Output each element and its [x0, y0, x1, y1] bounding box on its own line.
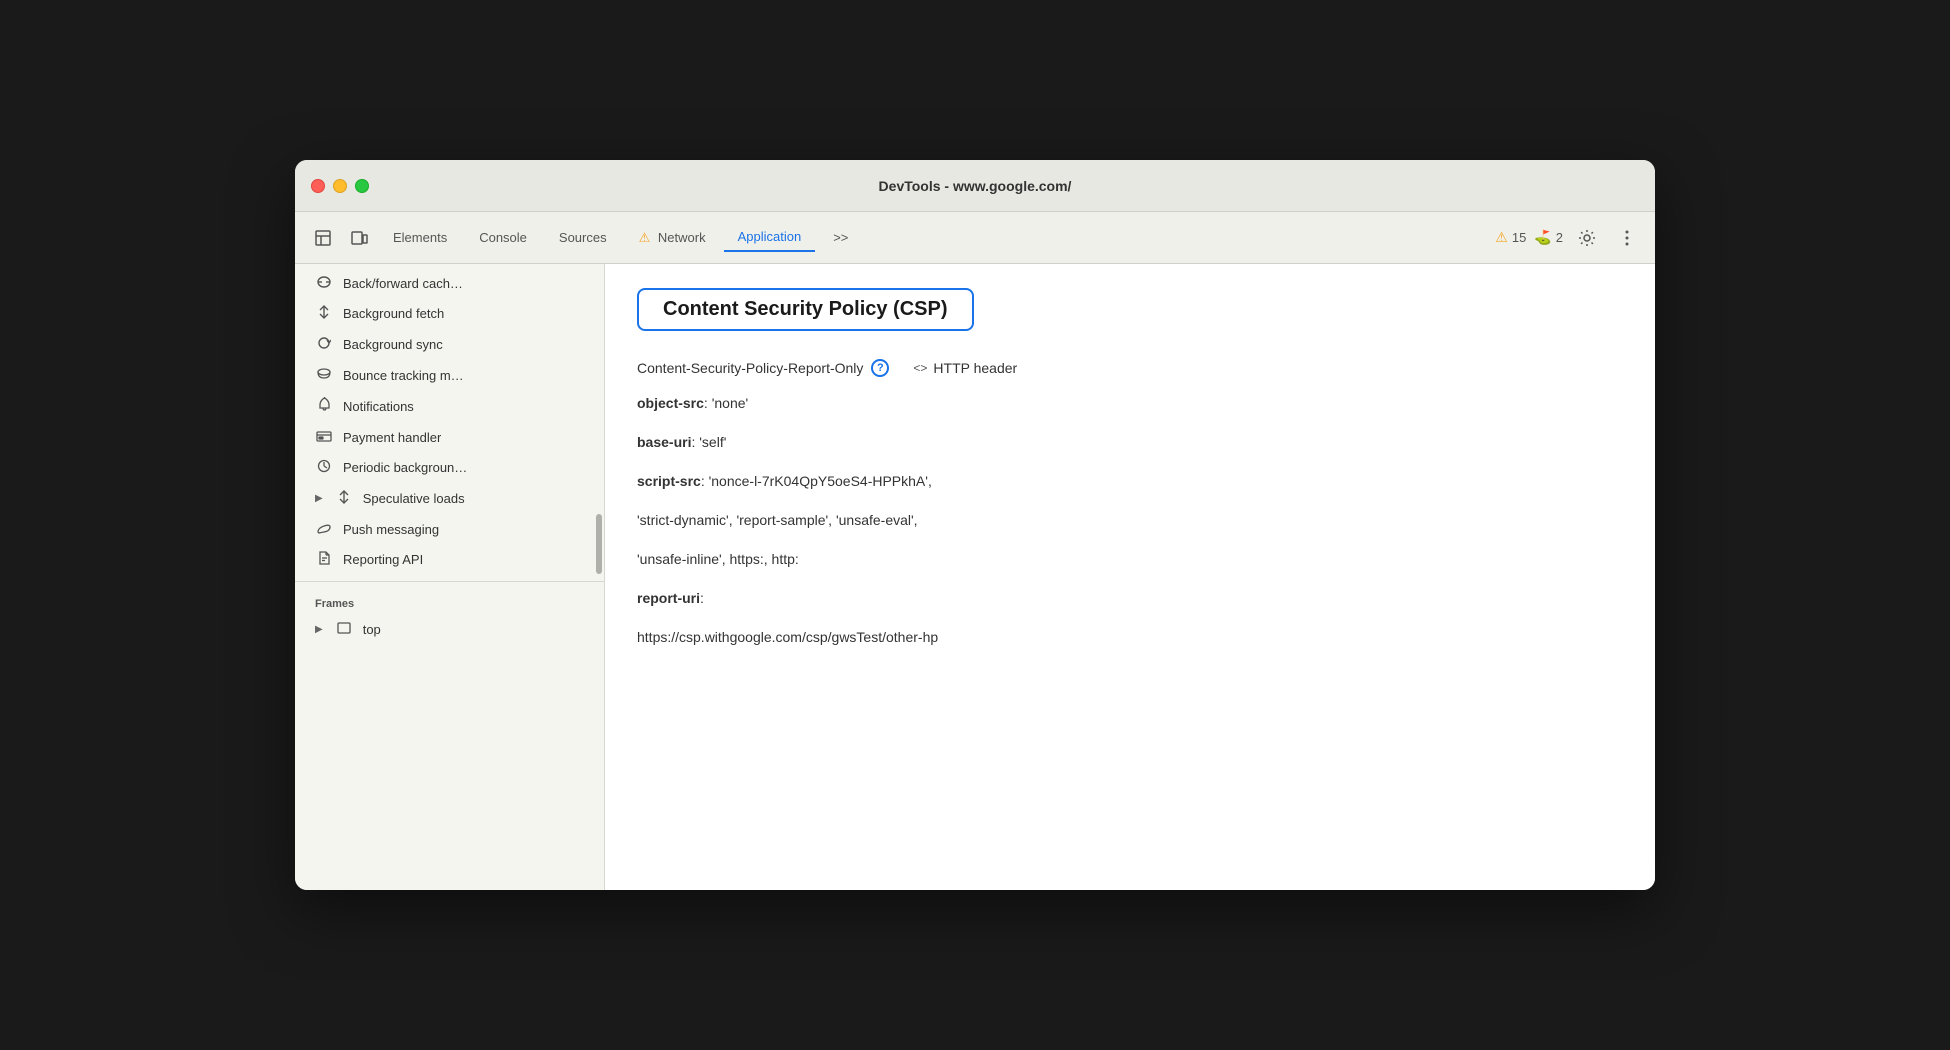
- close-button[interactable]: [311, 179, 325, 193]
- sidebar-item-reporting-api[interactable]: Reporting API: [295, 544, 604, 575]
- http-header-row: <> HTTP header: [913, 360, 1017, 376]
- csp-report-uri: report-uri:: [637, 588, 1623, 609]
- sidebar-item-notifications[interactable]: Notifications: [295, 390, 604, 422]
- tab-more[interactable]: >>: [819, 224, 862, 251]
- base-uri-key: base-uri: [637, 434, 691, 450]
- sidebar-item-push-messaging[interactable]: Push messaging: [295, 514, 604, 544]
- tab-network[interactable]: ⚠ Network: [625, 224, 720, 252]
- inspect-element-button[interactable]: [307, 222, 339, 254]
- background-fetch-label: Background fetch: [343, 306, 444, 321]
- error-icon: ⛳: [1534, 229, 1551, 246]
- object-src-key: object-src: [637, 395, 704, 411]
- sidebar-item-periodic-background[interactable]: Periodic backgroun…: [295, 452, 604, 483]
- errors-badge[interactable]: ⛳ 2: [1534, 229, 1563, 246]
- warnings-badge[interactable]: ⚠ 15: [1495, 229, 1526, 246]
- reporting-api-label: Reporting API: [343, 552, 423, 567]
- back-forward-icon: [315, 275, 333, 291]
- toolbar-right: ⚠ 15 ⛳ 2: [1495, 222, 1643, 254]
- back-forward-label: Back/forward cach…: [343, 276, 463, 291]
- http-header-label: HTTP header: [933, 360, 1017, 376]
- periodic-background-icon: [315, 459, 333, 476]
- csp-script-src-continued: 'strict-dynamic', 'report-sample', 'unsa…: [637, 510, 1623, 531]
- sidebar-item-background-sync[interactable]: Background sync: [295, 329, 604, 360]
- tab-console[interactable]: Console: [465, 224, 541, 251]
- more-options-button[interactable]: [1611, 222, 1643, 254]
- sidebar-item-bounce-tracking[interactable]: Bounce tracking m…: [295, 360, 604, 390]
- payment-handler-label: Payment handler: [343, 430, 441, 445]
- tab-sources[interactable]: Sources: [545, 224, 621, 251]
- sidebar-item-speculative-loads[interactable]: ▶ Speculative loads: [295, 483, 604, 514]
- report-uri-key: report-uri: [637, 590, 700, 606]
- csp-title-box: Content Security Policy (CSP): [637, 288, 974, 331]
- reporting-api-icon: [315, 551, 333, 568]
- frames-section-header: Frames: [295, 588, 604, 614]
- content-panel: Content Security Policy (CSP) Content-Se…: [605, 264, 1655, 890]
- expand-arrow-icon: ▶: [315, 493, 323, 504]
- network-warning-icon: ⚠: [639, 230, 651, 245]
- sidebar-item-payment-handler[interactable]: Payment handler: [295, 422, 604, 452]
- bounce-tracking-icon: [315, 367, 333, 383]
- push-messaging-icon: [315, 521, 333, 537]
- sidebar-item-frames-top[interactable]: ▶ top: [295, 614, 604, 644]
- speculative-loads-label: Speculative loads: [363, 491, 465, 506]
- title-bar: DevTools - www.google.com/: [295, 160, 1655, 212]
- settings-button[interactable]: [1571, 222, 1603, 254]
- policy-label: Content-Security-Policy-Report-Only: [637, 360, 863, 376]
- csp-unsafe-inline: 'unsafe-inline', https:, http:: [637, 549, 1623, 570]
- script-src-key: script-src: [637, 473, 701, 489]
- info-icon[interactable]: ?: [871, 359, 889, 377]
- sidebar-separator: [295, 581, 604, 582]
- bounce-tracking-label: Bounce tracking m…: [343, 368, 464, 383]
- tab-elements[interactable]: Elements: [379, 224, 461, 251]
- sidebar-item-back-forward[interactable]: Back/forward cach…: [295, 268, 604, 298]
- window-title: DevTools - www.google.com/: [879, 178, 1072, 194]
- toolbar: Elements Console Sources ⚠ Network Appli…: [295, 212, 1655, 264]
- csp-report-uri-value: https://csp.withgoogle.com/csp/gwsTest/o…: [637, 627, 1623, 648]
- frame-icon: [335, 621, 353, 637]
- main-layout: Back/forward cach… Background fetch: [295, 264, 1655, 890]
- notifications-label: Notifications: [343, 399, 414, 414]
- sidebar-item-background-fetch[interactable]: Background fetch: [295, 298, 604, 329]
- device-toolbar-button[interactable]: [343, 222, 375, 254]
- csp-script-src: script-src: 'nonce-l-7rK04QpY5oeS4-HPPkh…: [637, 471, 1623, 492]
- background-fetch-icon: [315, 305, 333, 322]
- sidebar: Back/forward cach… Background fetch: [295, 264, 605, 890]
- frames-top-label: top: [363, 622, 381, 637]
- csp-object-src: object-src: 'none': [637, 393, 1623, 414]
- notifications-icon: [315, 397, 333, 415]
- tab-application[interactable]: Application: [724, 223, 816, 252]
- periodic-background-label: Periodic backgroun…: [343, 460, 467, 475]
- frames-expand-icon: ▶: [315, 624, 323, 635]
- payment-handler-icon: [315, 429, 333, 445]
- background-sync-icon: [315, 336, 333, 353]
- sidebar-scrollbar[interactable]: [596, 514, 602, 574]
- devtools-window: DevTools - www.google.com/ Elements Cons…: [295, 160, 1655, 890]
- push-messaging-label: Push messaging: [343, 522, 439, 537]
- csp-base-uri: base-uri: 'self': [637, 432, 1623, 453]
- csp-details: object-src: 'none' base-uri: 'self' scri…: [637, 393, 1623, 648]
- csp-title: Content Security Policy (CSP): [663, 298, 948, 320]
- maximize-button[interactable]: [355, 179, 369, 193]
- warning-icon: ⚠: [1495, 229, 1508, 246]
- speculative-loads-icon: [335, 490, 353, 507]
- minimize-button[interactable]: [333, 179, 347, 193]
- background-sync-label: Background sync: [343, 337, 443, 352]
- traffic-lights: [311, 179, 369, 193]
- csp-policy-row: Content-Security-Policy-Report-Only ? <>…: [637, 359, 1623, 377]
- code-brackets-icon: <>: [913, 361, 927, 375]
